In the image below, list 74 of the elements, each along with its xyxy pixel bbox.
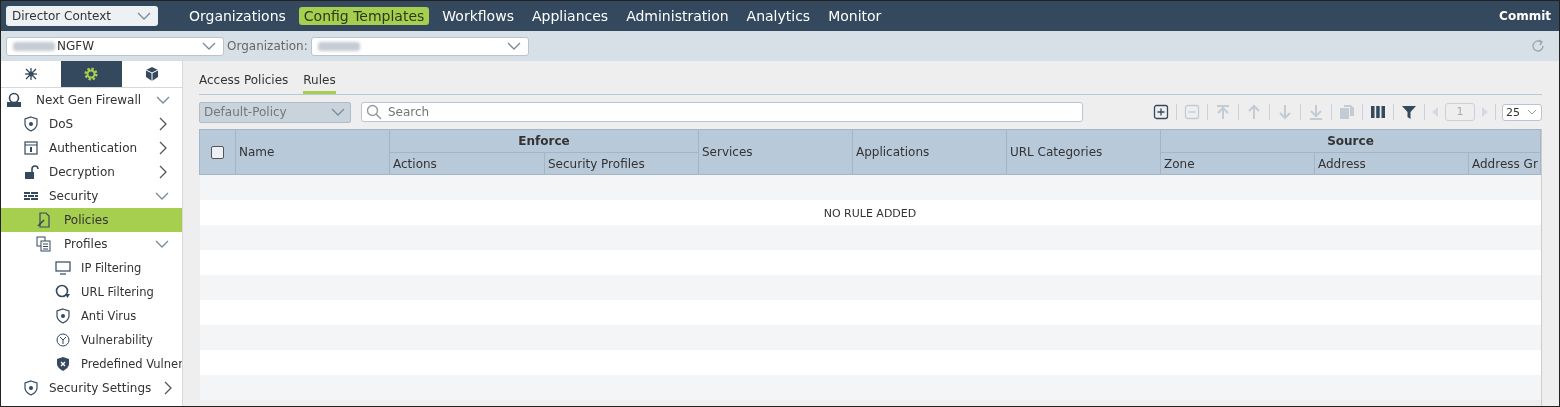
tree-item[interactable]: Profiles [1, 232, 182, 256]
column-header: Zone [1160, 152, 1315, 175]
document-icon [36, 212, 52, 228]
nav-tab[interactable]: Monitor [823, 7, 887, 25]
columns-icon [1370, 104, 1386, 120]
organization-select[interactable] [310, 36, 529, 56]
tree-item[interactable]: Anti Virus [1, 304, 182, 328]
redacted-text [13, 41, 55, 51]
page-size-select[interactable]: 25 [1502, 103, 1542, 121]
tree-item[interactable]: DoS [1, 112, 182, 136]
redacted-text [317, 41, 360, 51]
toolbar-button[interactable] [1152, 103, 1170, 121]
search-field[interactable]: Search [361, 102, 1083, 122]
chevron-down-icon [1526, 107, 1538, 117]
toolbar-button[interactable] [1369, 103, 1387, 121]
monitor-icon [55, 260, 71, 276]
column-group-header: Source [1160, 129, 1541, 153]
tree-item[interactable]: IP Filtering [1, 256, 182, 280]
column-group-header: Enforce [389, 129, 699, 153]
add-icon [1153, 104, 1169, 120]
documents-icon [36, 236, 52, 252]
column-header: Name [235, 129, 390, 175]
move-top-icon [1215, 104, 1231, 120]
tab[interactable]: Access Policies [199, 69, 289, 94]
filter-icon [1401, 104, 1417, 120]
tree-item[interactable]: URL Filtering [1, 280, 182, 304]
target-icon [55, 332, 71, 348]
tree-item[interactable]: Security [1, 184, 182, 208]
tree-item[interactable]: Policies [1, 208, 182, 232]
shield-icon [23, 380, 39, 396]
tree-item[interactable]: Predefined Vulner [1, 352, 182, 376]
nav-tab[interactable]: Config Templates [298, 7, 430, 25]
shield-icon [55, 308, 71, 324]
organization-label: Organization: [227, 39, 308, 53]
column-header: Security Profiles [544, 152, 699, 175]
column-header: URL Categories [1006, 129, 1161, 175]
template-select[interactable]: NGFW [6, 36, 224, 56]
search-icon [366, 104, 382, 120]
column-header: Applications [852, 129, 1007, 175]
copy-icon [1339, 104, 1355, 120]
commit-button[interactable]: Commit [1499, 9, 1551, 23]
empty-message: NO RULE ADDED [823, 206, 917, 220]
tree-item[interactable]: Vulnerability [1, 328, 182, 352]
settings-icon [83, 66, 100, 82]
refresh-icon[interactable] [1530, 38, 1546, 54]
arrow-down-icon [1277, 104, 1293, 120]
shield-icon [55, 356, 71, 372]
column-header: Address [1314, 152, 1469, 175]
next-page-icon[interactable] [1481, 106, 1489, 118]
sidebar-tab[interactable] [61, 61, 122, 87]
previous-page-icon[interactable] [1431, 106, 1439, 118]
tree-item[interactable]: Security Settings [1, 376, 182, 400]
toolbar-button[interactable] [1400, 103, 1418, 121]
network-icon [23, 66, 40, 82]
nav-tab[interactable]: Organizations [184, 7, 291, 25]
shield-icon [23, 116, 39, 132]
tab[interactable]: Rules [303, 69, 336, 94]
column-header: Services [698, 129, 853, 175]
nav-tab[interactable]: Analytics [741, 7, 816, 25]
lock-icon [23, 164, 39, 180]
context-select[interactable]: Director Context [6, 6, 158, 26]
id-badge-icon [23, 140, 39, 156]
nav-tab[interactable]: Appliances [526, 7, 614, 25]
tree-item[interactable]: Next Gen Firewall [1, 88, 182, 112]
remove-icon [1184, 104, 1200, 120]
select-all-checkbox[interactable] [211, 146, 224, 159]
arrow-up-icon [1246, 104, 1262, 120]
move-bottom-icon [1308, 104, 1324, 120]
cube-icon [143, 66, 160, 82]
nav-tab[interactable]: Workflows [437, 7, 519, 25]
tree-item[interactable]: Decryption [1, 160, 182, 184]
column-header: Actions [389, 152, 545, 175]
nav-tab[interactable]: Administration [621, 7, 734, 25]
tree-item[interactable]: Authentication [1, 136, 182, 160]
